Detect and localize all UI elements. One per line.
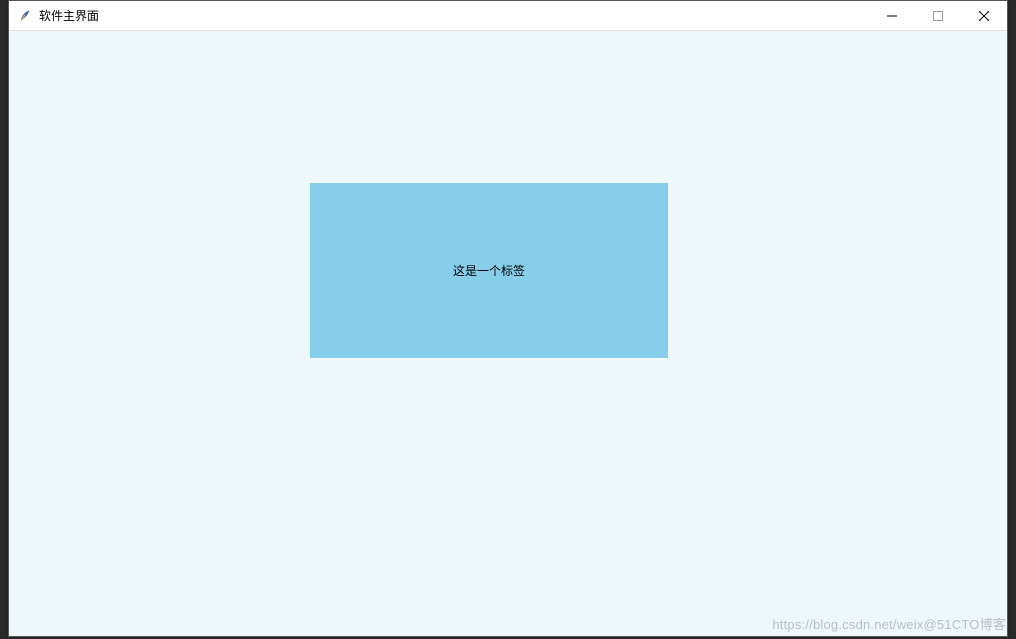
application-window: 软件主界面 这是一个标签 [8,0,1008,637]
minimize-button[interactable] [869,1,915,30]
window-title: 软件主界面 [39,7,99,24]
maximize-button[interactable] [915,1,961,30]
minimize-icon [887,11,897,21]
main-label-text: 这是一个标签 [453,262,525,279]
close-icon [979,11,989,21]
feather-icon [17,8,33,24]
window-controls [869,1,1007,30]
main-label: 这是一个标签 [310,183,668,358]
maximize-icon [933,11,943,21]
close-button[interactable] [961,1,1007,30]
client-area: 这是一个标签 [9,31,1007,636]
titlebar[interactable]: 软件主界面 [9,1,1007,31]
